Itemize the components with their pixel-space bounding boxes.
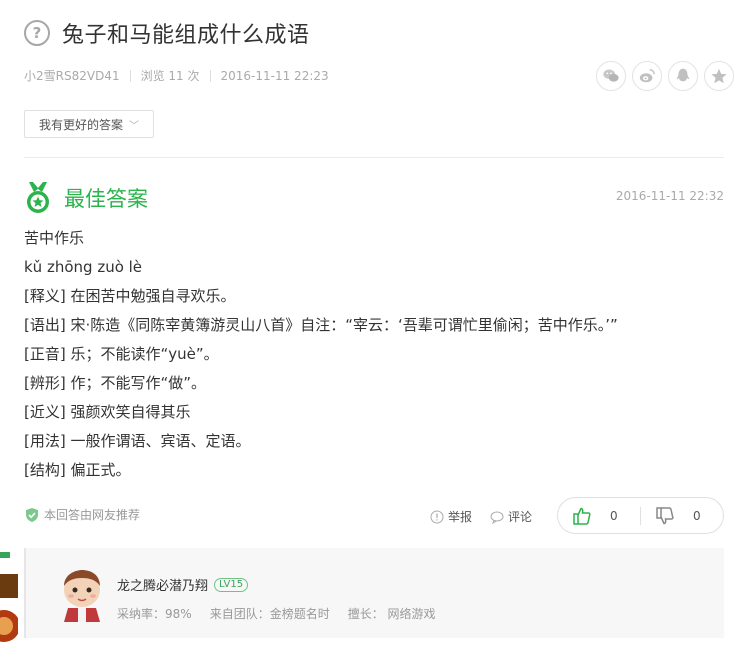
share-qq-button[interactable] [668, 61, 698, 91]
upvote-count: 0 [610, 508, 618, 523]
view-count: 浏览 11 次 [140, 69, 200, 83]
thumbs-up-icon [573, 507, 591, 525]
answerer-team[interactable]: 来自团队：金榜题名时 [210, 605, 330, 622]
answer-line: [结构] 偏正式。 [24, 461, 131, 479]
answer-date: 2016-11-11 22:32 [615, 189, 724, 203]
best-answer-header: 最佳答案 2016-11-11 22:32 [24, 180, 724, 216]
wechat-icon [603, 69, 619, 82]
adoption-rate: 采纳率：98% [117, 607, 192, 621]
asker-name[interactable]: 小2雪RS82VD41 [24, 67, 120, 84]
shield-check-icon [26, 507, 38, 522]
avatar[interactable] [56, 568, 108, 622]
recommend-text: 本回答由网友推荐 [44, 508, 141, 522]
question-circle-icon: ? [24, 20, 50, 46]
answer-actions: 举报 评论 [430, 508, 550, 525]
answer-line: [正音] 乐；不能读作“yuè”。 [24, 345, 219, 363]
answerer-name-row: 龙之腾必潜乃翔 LV15 [117, 575, 249, 594]
answer-line: 苦中作乐 [24, 229, 85, 247]
question-header: ? 兔子和马能组成什么成语 [24, 16, 724, 50]
answer-line: [语出] 宋·陈造《同陈宰黄簿游灵山八首》自注：“宰云：‘吾辈可谓忙里偷闲；苦中… [24, 316, 618, 334]
answerer-specialty: 擅长： 网络游戏 [347, 607, 436, 621]
report-button[interactable]: 举报 [430, 508, 472, 525]
weibo-icon [639, 69, 655, 83]
qq-icon [676, 68, 690, 82]
qzone-icon [711, 68, 727, 84]
answer-line: [用法] 一般作谓语、宾语、定语。 [24, 432, 251, 450]
downvote-count: 0 [693, 508, 701, 523]
better-answer-label: 我有更好的答案 [38, 117, 123, 132]
section-divider [24, 157, 724, 158]
chevron-down-icon: ﹀ [129, 120, 139, 132]
level-badge: LV15 [214, 577, 249, 592]
share-weibo-button[interactable] [632, 61, 662, 91]
share-qzone-button[interactable] [704, 61, 734, 91]
meta-divider [209, 69, 211, 82]
question-title: 兔子和马能组成什么成语 [62, 23, 310, 48]
comment-button[interactable]: 评论 [490, 508, 532, 525]
upvote-button[interactable]: 0 [558, 506, 640, 526]
report-icon [430, 510, 444, 523]
share-wechat-button[interactable] [596, 61, 626, 91]
answer-body: 苦中作乐 kǔ zhōng zuò lè [释义] 在困苦中勉强自寻欢乐。 [语… [24, 226, 724, 487]
better-answer-button[interactable]: 我有更好的答案 ﹀ [24, 110, 154, 138]
share-bar [596, 61, 734, 91]
recommend-note: 本回答由网友推荐 [24, 506, 140, 523]
best-answer-title: 最佳答案 [64, 187, 148, 211]
answerer-name[interactable]: 龙之腾必潜乃翔 [117, 575, 208, 594]
answerer-card: 龙之腾必潜乃翔 LV15 采纳率：98% 来自团队：金榜题名时 擅长： 网络游戏 [24, 548, 724, 638]
comment-icon [490, 511, 504, 524]
medal-icon [27, 182, 49, 213]
report-label: 举报 [448, 510, 473, 524]
answerer-stats: 采纳率：98% 来自团队：金榜题名时 擅长： 网络游戏 [117, 605, 436, 622]
comment-label: 评论 [508, 510, 533, 524]
answer-line: kǔ zhōng zuò lè [24, 258, 143, 276]
answer-line: [释义] 在困苦中勉强自寻欢乐。 [24, 287, 236, 305]
meta-divider [129, 69, 131, 82]
downvote-button[interactable]: 0 [641, 506, 723, 526]
side-ad-fragment[interactable] [0, 548, 18, 651]
thumbs-down-icon [656, 506, 674, 524]
question-date: 2016-11-11 22:23 [220, 68, 329, 83]
vote-box: 0 0 [557, 497, 724, 534]
question-meta: 小2雪RS82VD41 浏览 11 次 2016-11-11 22:23 [24, 67, 329, 84]
answer-line: [辨形] 作；不能写作“做”。 [24, 374, 207, 392]
answer-line: [近义] 强颜欢笑自得其乐 [24, 403, 191, 421]
